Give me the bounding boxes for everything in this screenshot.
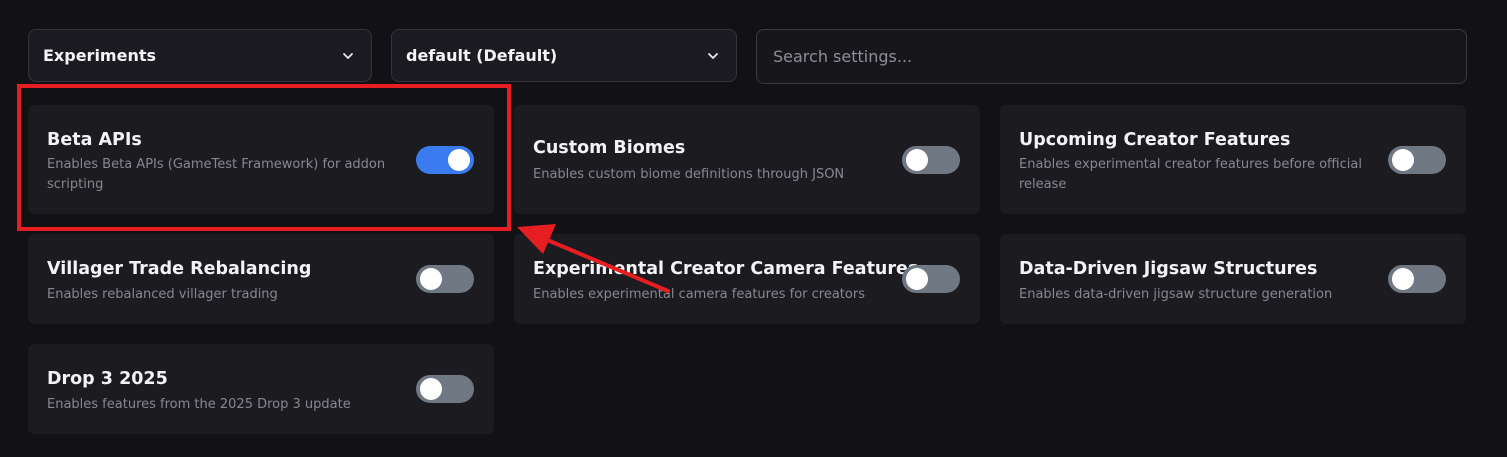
chevron-down-icon	[343, 52, 353, 59]
setting-title: Data-Driven Jigsaw Structures	[1019, 259, 1318, 279]
setting-title: Experimental Creator Camera Features	[533, 259, 919, 279]
toggle-knob	[1392, 268, 1414, 290]
category-dropdown[interactable]: Experiments	[28, 29, 372, 82]
profile-dropdown[interactable]: default (Default)	[391, 29, 737, 82]
toggle-knob	[420, 268, 442, 290]
setting-description: Enables Beta APIs (GameTest Framework) f…	[47, 157, 386, 192]
settings-page: Experiments default (Default) Beta APIs …	[0, 0, 1507, 457]
setting-card-custom-biomes[interactable]: Custom Biomes Enables custom biome defin…	[514, 105, 980, 214]
setting-title: Villager Trade Rebalancing	[47, 259, 312, 279]
setting-card-drop-3-2025[interactable]: Drop 3 2025 Enables features from the 20…	[28, 344, 494, 434]
category-dropdown-label: Experiments	[43, 46, 157, 65]
toggle-knob	[1392, 149, 1414, 171]
setting-card-villager-trade-rebalancing[interactable]: Villager Trade Rebalancing Enables rebal…	[28, 234, 494, 324]
setting-toggle[interactable]	[416, 375, 474, 403]
toggle-knob	[906, 268, 928, 290]
setting-toggle[interactable]	[902, 265, 960, 293]
toggle-knob	[448, 149, 470, 171]
setting-title: Custom Biomes	[533, 138, 686, 158]
filter-bar: Experiments default (Default)	[28, 29, 1467, 84]
setting-description: Enables custom biome definitions through…	[533, 167, 845, 182]
setting-toggle[interactable]	[416, 265, 474, 293]
chevron-down-icon	[708, 52, 718, 59]
setting-card-beta-apis[interactable]: Beta APIs Enables Beta APIs (GameTest Fr…	[28, 105, 494, 214]
profile-dropdown-label: default (Default)	[406, 46, 558, 65]
setting-title: Beta APIs	[47, 130, 142, 150]
setting-toggle[interactable]	[416, 146, 474, 174]
toggle-knob	[906, 149, 928, 171]
search-input[interactable]	[756, 29, 1467, 84]
setting-title: Upcoming Creator Features	[1019, 130, 1291, 150]
setting-card-experimental-creator-camera-features[interactable]: Experimental Creator Camera Features Ena…	[514, 234, 980, 324]
setting-description: Enables data-driven jigsaw structure gen…	[1019, 287, 1333, 302]
setting-toggle[interactable]	[902, 146, 960, 174]
toggle-knob	[420, 378, 442, 400]
setting-description: Enables experimental creator features be…	[1019, 157, 1362, 192]
setting-description: Enables experimental camera features for…	[533, 287, 865, 302]
setting-card-data-driven-jigsaw-structures[interactable]: Data-Driven Jigsaw Structures Enables da…	[1000, 234, 1466, 324]
setting-card-upcoming-creator-features[interactable]: Upcoming Creator Features Enables experi…	[1000, 105, 1466, 214]
setting-toggle[interactable]	[1388, 146, 1446, 174]
setting-title: Drop 3 2025	[47, 369, 168, 389]
setting-toggle[interactable]	[1388, 265, 1446, 293]
setting-description: Enables rebalanced villager trading	[47, 287, 278, 302]
setting-description: Enables features from the 2025 Drop 3 up…	[47, 397, 351, 412]
